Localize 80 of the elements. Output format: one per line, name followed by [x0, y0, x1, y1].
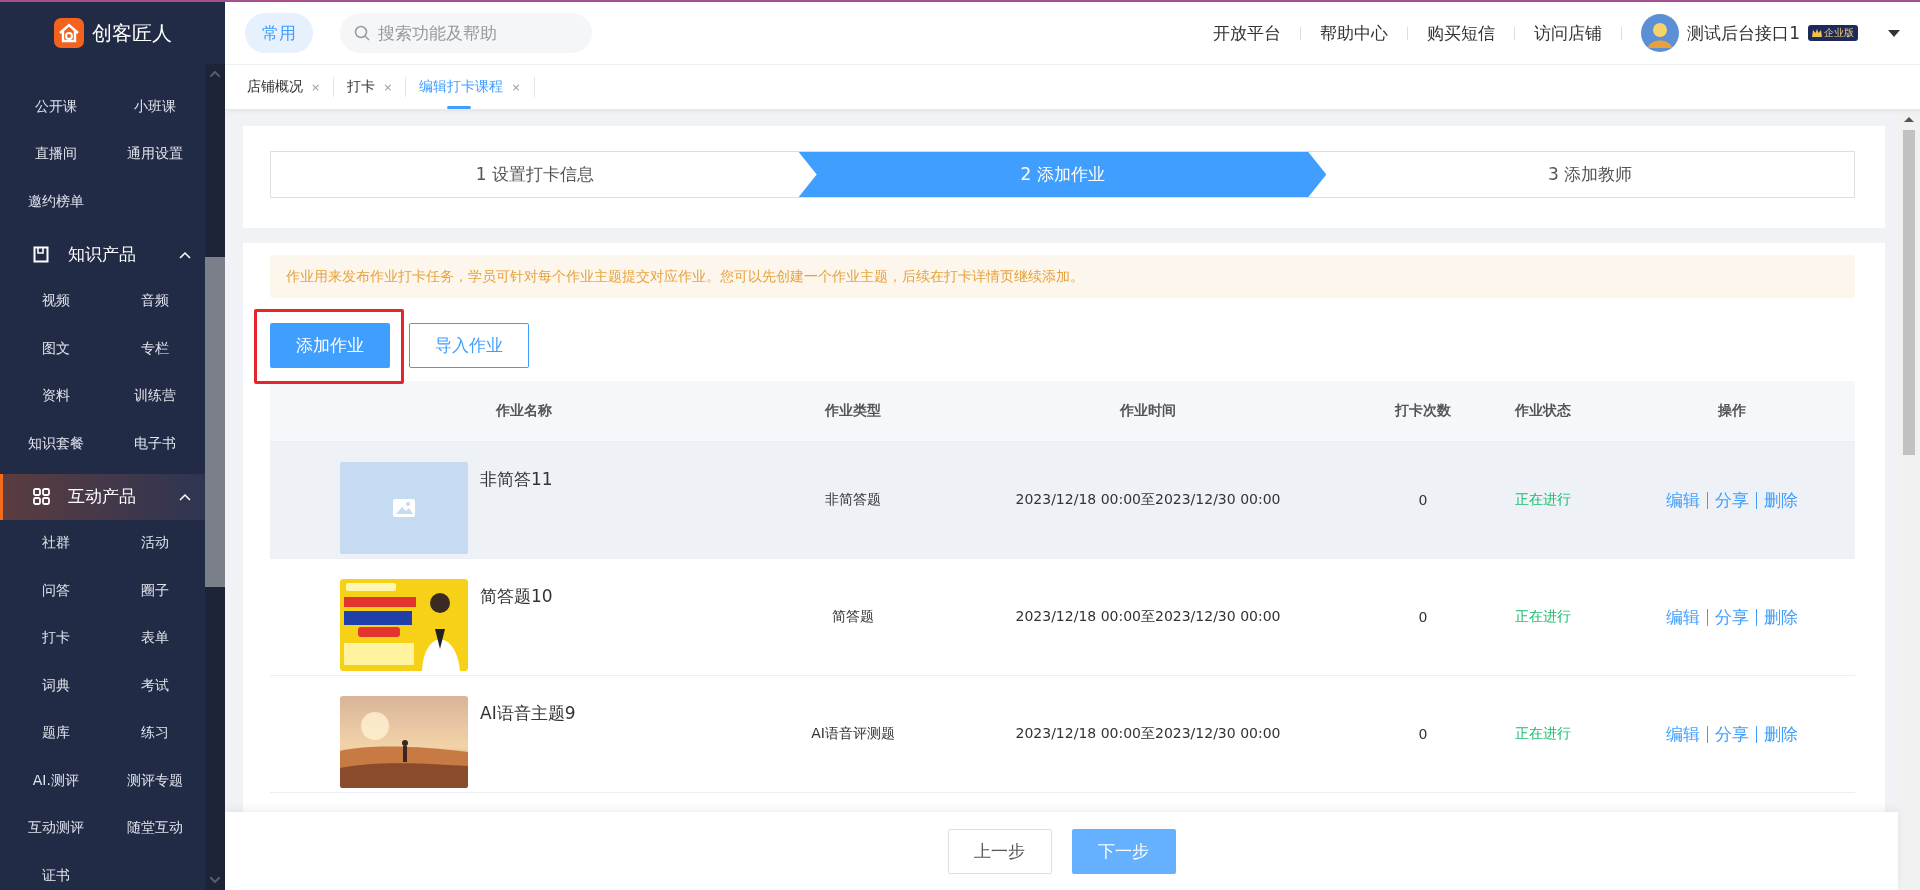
menu-item[interactable]: 公开课	[34, 97, 77, 116]
task-time: 2023/12/18 00:00至2023/12/30 00:00	[1015, 725, 1281, 743]
menu-item[interactable]: 测评专题	[127, 771, 184, 790]
image-icon	[392, 498, 416, 518]
logo-text: 创客匠人	[91, 19, 172, 47]
scrollbar-thumb[interactable]	[205, 257, 225, 587]
scroll-up-icon	[210, 71, 220, 77]
menu-item[interactable]: 训练营	[134, 387, 177, 406]
scroll-up-icon	[1904, 117, 1914, 122]
dropdown-caret-icon	[1888, 29, 1900, 37]
column-header: 作业时间	[1120, 402, 1176, 420]
checkin-count: 0	[1418, 609, 1428, 625]
avatar-icon	[1641, 14, 1680, 52]
step[interactable]: 1 设置打卡信息	[271, 152, 799, 197]
menu-item[interactable]: 社群	[41, 534, 70, 553]
task-time: 2023/12/18 00:00至2023/12/30 00:00	[1015, 491, 1281, 509]
column-header: 操作	[1717, 402, 1746, 420]
logo-icon	[53, 18, 84, 48]
task-status: 正在进行	[1515, 608, 1571, 626]
menu-group[interactable]: 互动产品	[0, 473, 205, 520]
scrollbar-thumb[interactable]	[1903, 130, 1915, 455]
column-header: 打卡次数	[1395, 402, 1451, 420]
menu-item[interactable]: 知识套餐	[27, 434, 84, 453]
menu-item[interactable]: 小班课	[134, 97, 177, 116]
menu-item[interactable]: 音频	[141, 292, 170, 311]
menu-item[interactable]: 考试	[141, 676, 170, 695]
task-title: AI语音主题9	[480, 702, 576, 725]
menu-item[interactable]: 邀约榜单	[27, 192, 84, 211]
task-title: 非简答11	[480, 468, 553, 491]
menu-item[interactable]: 打卡	[41, 629, 70, 648]
menu-item[interactable]: 证书	[41, 866, 70, 885]
menu-item[interactable]: 圈子	[141, 581, 170, 600]
checkin-count: 0	[1418, 492, 1428, 508]
column-header: 作业状态	[1515, 402, 1571, 420]
header-link[interactable]: 访问店铺	[1515, 21, 1622, 45]
grid-icon	[33, 488, 50, 505]
tab-underline	[447, 106, 472, 109]
step[interactable]: 3 添加教师	[1326, 152, 1854, 197]
menu-item[interactable]: 通用设置	[127, 145, 184, 164]
checkin-count: 0	[1418, 726, 1428, 742]
task-status: 正在进行	[1515, 491, 1571, 509]
crown-icon	[1812, 29, 1822, 37]
badge-text: 企业版	[1824, 26, 1854, 40]
menu-item[interactable]: 问答	[41, 581, 70, 600]
menu-item[interactable]: 随堂互动	[127, 819, 184, 838]
menu-item[interactable]: 互动测评	[27, 819, 84, 838]
menu-item[interactable]: 专栏	[141, 339, 170, 358]
menu-item[interactable]: 练习	[141, 724, 170, 743]
header-link[interactable]: 开放平台	[1194, 21, 1301, 45]
search-field[interactable]: 搜索功能及帮助	[340, 13, 592, 53]
menu-item[interactable]: 题库	[41, 724, 70, 743]
search-icon	[354, 25, 370, 41]
task-time: 2023/12/18 00:00至2023/12/30 00:00	[1015, 608, 1281, 626]
task-type: 简答题	[832, 608, 874, 626]
user-name[interactable]: 测试后台接口1	[1687, 21, 1800, 45]
page-tab[interactable]: 店铺概况 ×	[247, 77, 335, 97]
column-header: 作业类型	[825, 402, 881, 420]
page-tab[interactable]: 打卡 ×	[347, 77, 407, 97]
menu-item[interactable]: 电子书	[134, 434, 177, 453]
previous-step-button[interactable]: 上一步	[947, 828, 1052, 874]
menu-item[interactable]: 表单	[141, 629, 170, 648]
menu-item[interactable]: 视频	[41, 292, 70, 311]
notice-banner: 作业用来发布作业打卡任务，学员可针对每个作业主题提交对应作业。您可以先创建一个作业主题，后续在打卡详情页继续添加。	[270, 255, 1855, 298]
menu-item[interactable]: 活动	[141, 534, 170, 553]
header-link[interactable]: 购买短信	[1408, 21, 1515, 45]
menu-item[interactable]: 图文	[41, 339, 70, 358]
column-header: 作业名称	[496, 402, 552, 420]
task-type: AI语音评测题	[811, 725, 895, 743]
menu-item[interactable]: 资料	[41, 387, 70, 406]
header-link[interactable]: 帮助中心	[1301, 21, 1408, 45]
menu-group-label: 知识产品	[68, 243, 137, 266]
menu-group[interactable]: 知识产品	[0, 231, 205, 278]
task-status: 正在进行	[1515, 725, 1571, 743]
scroll-down-icon	[210, 877, 220, 883]
menu-item[interactable]: 直播间	[34, 145, 77, 164]
task-type: 非简答题	[825, 491, 881, 509]
task-title: 简答题10	[480, 585, 553, 608]
menu-group-label: 互动产品	[68, 485, 137, 508]
menu-item[interactable]: AI.测评	[32, 771, 79, 790]
menu-item[interactable]: 词典	[41, 676, 70, 695]
